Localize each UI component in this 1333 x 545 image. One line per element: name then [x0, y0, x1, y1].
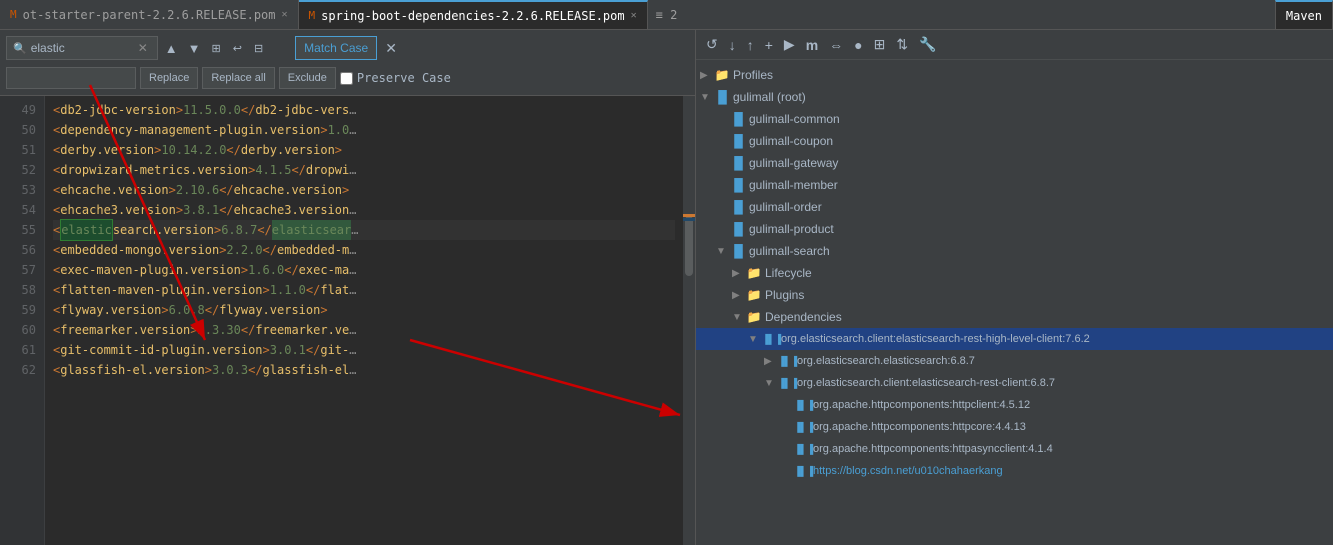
clear-search-button[interactable]: ✕	[135, 39, 151, 57]
search-input-wrap: 🔍 ✕	[6, 36, 158, 60]
tab1-close-icon[interactable]: ✕	[282, 9, 288, 20]
tree-item-dep4[interactable]: ▐▌▐ org.apache.httpcomponents:httpclient…	[696, 394, 1333, 416]
replace-input-wrap	[6, 67, 136, 89]
maven-tree: ▶ 📁 Profiles ▼ ▐▌ gulimall (root) ▐▌ gul…	[696, 60, 1333, 545]
maven-sort-button[interactable]: ⇅	[892, 33, 912, 56]
tab-pom1[interactable]: M ot-starter-parent-2.2.6.RELEASE.pom ✕	[0, 0, 299, 29]
tree-item-lifecycle[interactable]: ▶ 📁 Lifecycle	[696, 262, 1333, 284]
maven-settings-button[interactable]: 🔧	[915, 33, 940, 56]
replace-input[interactable]	[13, 71, 113, 85]
prev-match-button[interactable]: ▲	[162, 39, 181, 58]
preserve-case-wrap: Preserve Case	[340, 71, 451, 85]
gulimall-search-arrow-icon: ▼	[716, 246, 730, 257]
line-numbers: 49 50 51 52 53 54 55 56 57 58 59 60 61 6…	[0, 96, 45, 545]
match-case-label: Match Case	[304, 41, 368, 55]
preserve-case-checkbox[interactable]	[340, 72, 353, 85]
tree-item-plugins[interactable]: ▶ 📁 Plugins	[696, 284, 1333, 306]
next-match-button[interactable]: ▼	[185, 39, 204, 58]
search-toolbar: 🔍 ✕ ▲ ▼ ⊞ ↩ ⊟ Match Case ✕	[0, 30, 695, 96]
tree-item-gulimall-search[interactable]: ▼ ▐▌ gulimall-search	[696, 240, 1333, 262]
tree-item-gulimall-member[interactable]: ▐▌ gulimall-member	[696, 174, 1333, 196]
gulimall-root-arrow-icon: ▼	[700, 92, 714, 103]
code-content: <db2-jdbc-version>11.5.0.0</db2-jdbc-ver…	[45, 96, 683, 545]
gulimall-root-icon: ▐▌	[714, 90, 730, 104]
tree-item-gulimall-coupon[interactable]: ▐▌ gulimall-coupon	[696, 130, 1333, 152]
preserve-case-label: Preserve Case	[357, 71, 451, 85]
maven-upload-button[interactable]: ↑	[743, 34, 758, 56]
search-glass-icon: 🔍	[13, 42, 27, 55]
match-case-button[interactable]: Match Case	[295, 36, 377, 60]
tree-item-dep6[interactable]: ▐▌▐ org.apache.httpcomponents:httpasyncc…	[696, 438, 1333, 460]
tree-item-gulimall-order[interactable]: ▐▌ gulimall-order	[696, 196, 1333, 218]
code-line-55: <elasticsearch.version>6.8.7</elasticsea…	[53, 220, 675, 240]
tab2-label: spring-boot-dependencies-2.2.6.RELEASE.p…	[321, 9, 624, 23]
maven-grid-button[interactable]: ⊞	[870, 33, 890, 56]
profiles-folder-icon: 📁	[714, 68, 730, 82]
tab-pom2[interactable]: M spring-boot-dependencies-2.2.6.RELEASE…	[299, 0, 648, 29]
maven-download-button[interactable]: ↓	[725, 34, 740, 56]
close-search-button[interactable]: ✕	[381, 38, 401, 59]
profiles-label: Profiles	[733, 68, 773, 82]
filter-icon-button[interactable]: ⊞	[208, 40, 225, 57]
tree-item-gulimall-common[interactable]: ▐▌ gulimall-common	[696, 108, 1333, 130]
maven-link-button[interactable]: ⇔	[825, 34, 847, 56]
replace-row: Replace Replace all Exclude Preserve Cas…	[6, 65, 689, 91]
tree-item-gulimall-product[interactable]: ▐▌ gulimall-product	[696, 218, 1333, 240]
maven-panel: ↺ ↓ ↑ + ▶ m ⇔ ● ⊞ ⇅ 🔧 ▶ 📁 Profiles ▼	[695, 30, 1333, 545]
tree-item-dependencies[interactable]: ▼ 📁 Dependencies	[696, 306, 1333, 328]
code-line-53: <ehcache.version>2.10.6</ehcache.version…	[53, 180, 675, 200]
tree-item-dep3[interactable]: ▼ ▐▌▐ org.elasticsearch.client:elasticse…	[696, 372, 1333, 394]
tab1-label: ot-starter-parent-2.2.6.RELEASE.pom	[23, 8, 276, 22]
pom2-icon: M	[309, 9, 316, 22]
exclude-button[interactable]: Exclude	[279, 67, 336, 89]
scroll-thumb[interactable]	[685, 216, 693, 276]
replace-all-button[interactable]: Replace all	[202, 67, 274, 89]
wrap-icon-button[interactable]: ↩	[229, 40, 246, 57]
maven-circle-button[interactable]: ●	[850, 34, 866, 56]
tree-item-dep1[interactable]: ▼ ▐▌▐ org.elasticsearch.client:elasticse…	[696, 328, 1333, 350]
scroll-track[interactable]	[683, 96, 695, 545]
pom-icon: M	[10, 8, 17, 21]
maven-run-button[interactable]: ▶	[780, 33, 799, 56]
tree-item-dep7[interactable]: ▐▌▐ https://blog.csdn.net/u010chahaerkan…	[696, 460, 1333, 482]
tab-bar: M ot-starter-parent-2.2.6.RELEASE.pom ✕ …	[0, 0, 1333, 30]
scroll-mark-2	[683, 218, 695, 221]
tab2-close-icon[interactable]: ✕	[631, 10, 637, 21]
profiles-arrow-icon: ▶	[700, 70, 714, 81]
code-line-52: <dropwizard-metrics.version>4.1.5</dropw…	[53, 160, 675, 180]
code-line-50: <dependency-management-plugin.version>1.…	[53, 120, 675, 140]
tab-marker: ≡ 2	[648, 0, 686, 29]
tree-item-dep2[interactable]: ▶ ▐▌▐ org.elasticsearch.elasticsearch:6.…	[696, 350, 1333, 372]
options-icon-button[interactable]: ⊟	[250, 40, 267, 57]
replace-button[interactable]: Replace	[140, 67, 198, 89]
code-line-61: <git-commit-id-plugin.version>3.0.1</git…	[53, 340, 675, 360]
code-line-56: <embedded-mongo.version>2.2.0</embedded-…	[53, 240, 675, 260]
search-row: 🔍 ✕ ▲ ▼ ⊞ ↩ ⊟ Match Case ✕	[6, 34, 689, 62]
gulimall-common-icon: ▐▌	[730, 112, 746, 126]
tree-item-dep5[interactable]: ▐▌▐ org.apache.httpcomponents:httpcore:4…	[696, 416, 1333, 438]
code-line-62: <glassfish-el.version>3.0.3</glassfish-e…	[53, 360, 675, 380]
main-area: 🔍 ✕ ▲ ▼ ⊞ ↩ ⊟ Match Case ✕	[0, 30, 1333, 545]
code-line-54: <ehcache3.version>3.8.1</ehcache3.versio…	[53, 200, 675, 220]
editor-panel: 🔍 ✕ ▲ ▼ ⊞ ↩ ⊟ Match Case ✕	[0, 30, 695, 545]
tree-item-profiles[interactable]: ▶ 📁 Profiles	[696, 64, 1333, 86]
maven-toolbar: ↺ ↓ ↑ + ▶ m ⇔ ● ⊞ ⇅ 🔧	[696, 30, 1333, 60]
maven-tab[interactable]: Maven	[1275, 0, 1333, 29]
tree-item-gulimall-root[interactable]: ▼ ▐▌ gulimall (root)	[696, 86, 1333, 108]
code-line-49: <db2-jdbc-version>11.5.0.0</db2-jdbc-ver…	[53, 100, 675, 120]
search-input[interactable]	[31, 41, 131, 55]
code-line-60: <freemarker.version>2.3.30</freemarker.v…	[53, 320, 675, 340]
scroll-mark-1	[683, 214, 695, 217]
maven-refresh-button[interactable]: ↺	[702, 33, 722, 56]
code-line-59: <flyway.version>6.0.8</flyway.version>	[53, 300, 675, 320]
tree-item-gulimall-gateway[interactable]: ▐▌ gulimall-gateway	[696, 152, 1333, 174]
code-line-58: <flatten-maven-plugin.version>1.1.0</fla…	[53, 280, 675, 300]
code-line-51: <derby.version>10.14.2.0</derby.version>	[53, 140, 675, 160]
gulimall-root-label: gulimall (root)	[733, 90, 806, 104]
code-area: 49 50 51 52 53 54 55 56 57 58 59 60 61 6…	[0, 96, 695, 545]
maven-title: Maven	[1286, 9, 1322, 23]
maven-m-button[interactable]: m	[802, 34, 822, 56]
code-line-57: <exec-maven-plugin.version>1.6.0</exec-m…	[53, 260, 675, 280]
maven-add-button[interactable]: +	[761, 34, 777, 56]
